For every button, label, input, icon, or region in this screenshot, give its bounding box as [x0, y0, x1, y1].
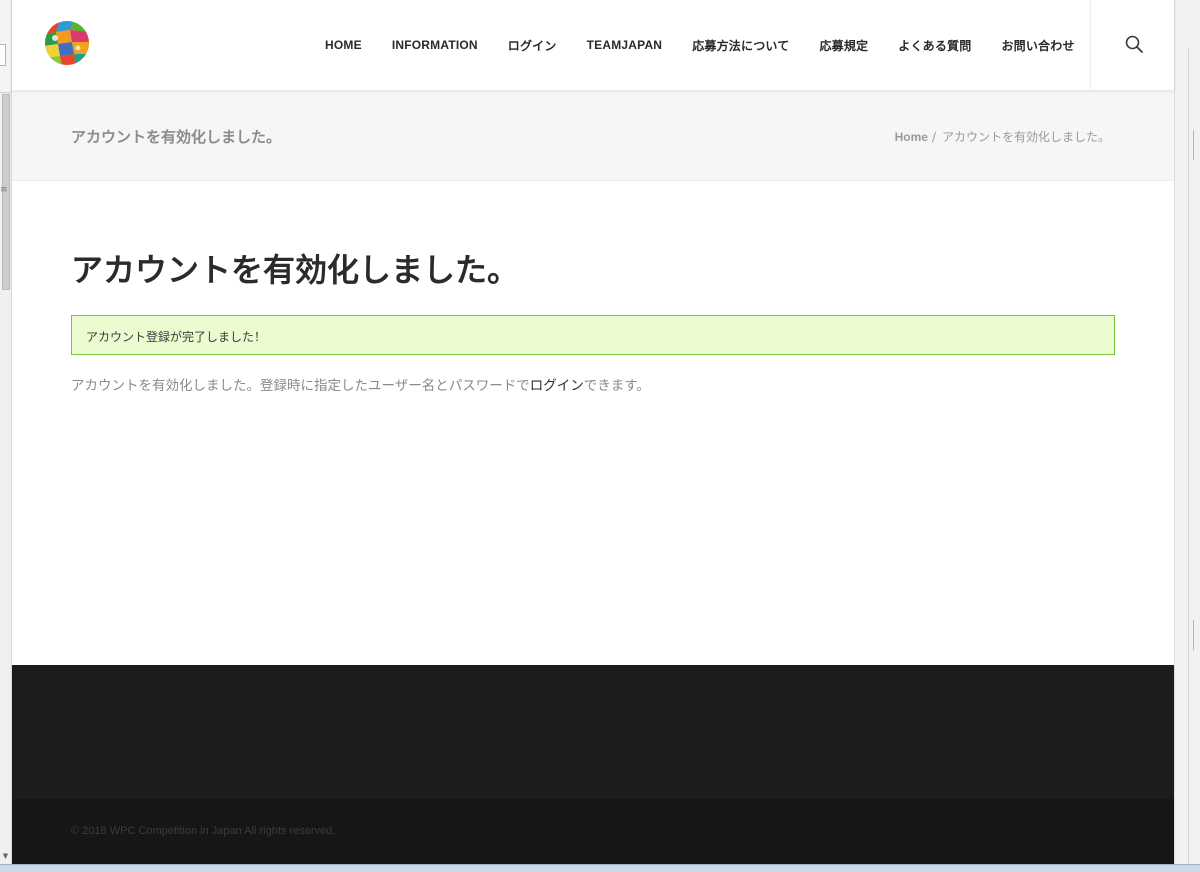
success-notice: アカウント登録が完了しました！	[71, 315, 1115, 355]
right-edge-mark	[1193, 620, 1194, 650]
grip-icon: ≡	[0, 185, 8, 195]
success-notice-text: アカウント登録が完了しました！	[86, 330, 267, 344]
breadcrumb-home-link[interactable]: Home	[895, 130, 928, 144]
breadcrumb-current: アカウントを有効化しました。	[941, 130, 1110, 144]
partial-input-field	[0, 44, 6, 66]
page-title-bar: アカウントを有効化しました。 Home / アカウントを有効化しました。	[12, 90, 1174, 181]
footer-bottom-bar: © 2018 WPC Competition in Japan All righ…	[12, 799, 1174, 864]
nav-item-teamjapan[interactable]: TEAMJAPAN	[587, 38, 663, 52]
breadcrumb: Home / アカウントを有効化しました。	[895, 128, 1110, 145]
window-bottom-edge	[0, 864, 1200, 872]
nav-item-contact[interactable]: お問い合わせ	[1001, 37, 1074, 54]
scroll-down-arrow-icon[interactable]: ▼	[1, 852, 10, 860]
main-content: アカウントを有効化しました。 アカウント登録が完了しました！ アカウントを有効化…	[12, 181, 1174, 665]
right-window-edge	[1174, 0, 1200, 872]
main-nav: HOME INFORMATION ログイン TEAMJAPAN 応募方法について…	[325, 0, 1075, 90]
activation-message: アカウントを有効化しました。登録時に指定したユーザー名とパスワードでログインでき…	[71, 374, 650, 394]
search-icon[interactable]	[1124, 34, 1144, 54]
nav-item-home[interactable]: HOME	[325, 38, 362, 52]
nav-item-login[interactable]: ログイン	[508, 37, 557, 54]
site-header: HOME INFORMATION ログイン TEAMJAPAN 応募方法について…	[12, 0, 1174, 90]
right-edge-mark	[1193, 130, 1194, 160]
nav-item-faq[interactable]: よくある質問	[898, 37, 971, 54]
breadcrumb-separator: /	[931, 130, 936, 144]
copyright-text: © 2018 WPC Competition in Japan All righ…	[71, 825, 336, 837]
nav-item-information[interactable]: INFORMATION	[392, 38, 478, 52]
header-divider	[1090, 0, 1091, 90]
site-logo[interactable]	[44, 20, 90, 66]
activation-message-suffix: できます。	[583, 378, 650, 394]
login-link[interactable]: ログイン	[530, 378, 584, 394]
nav-item-how-to-apply[interactable]: 応募方法について	[692, 37, 789, 54]
title-bar-heading: アカウントを有効化しました。	[71, 128, 282, 146]
left-window-edge: ≡ ▼	[0, 0, 12, 872]
page-title: アカウントを有効化しました。	[71, 251, 520, 289]
right-edge-divider	[1188, 48, 1189, 868]
site-footer	[12, 665, 1174, 799]
activation-message-text: アカウントを有効化しました。登録時に指定したユーザー名とパスワードで	[71, 378, 530, 394]
nav-item-rules[interactable]: 応募規定	[819, 37, 868, 54]
